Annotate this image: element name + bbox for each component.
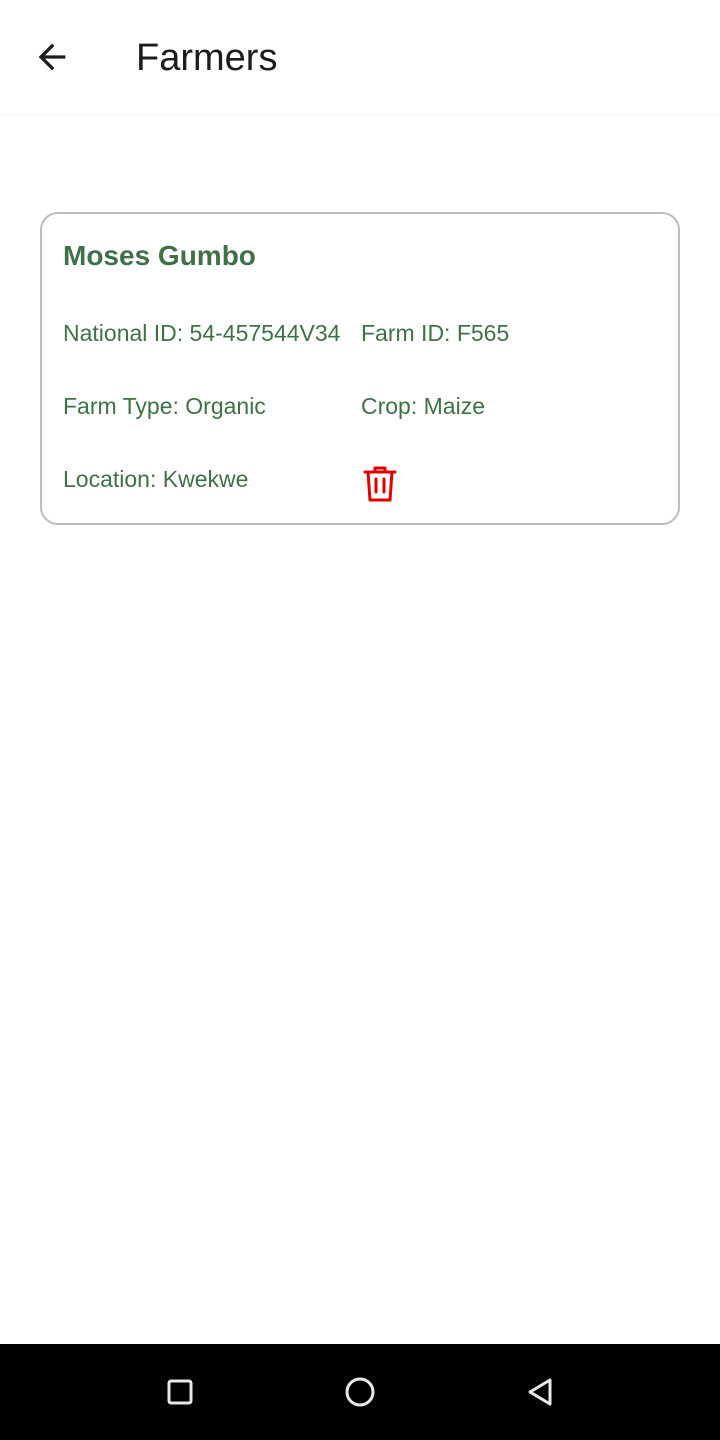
crop-text: Crop: Maize [361,393,485,419]
delete-farmer-button[interactable] [358,462,402,506]
page-title: Farmers [136,37,278,79]
app-bar: Farmers [0,0,720,114]
farm-id-text: Farm ID: F565 [361,320,510,346]
farmer-name: Moses Gumbo [63,240,256,271]
location-text: Location: Kwekwe [63,466,249,492]
triangle-back-icon [528,1378,552,1406]
circle-icon [345,1377,375,1407]
system-back-button[interactable] [516,1368,564,1416]
recents-button[interactable] [156,1368,204,1416]
square-icon [167,1379,193,1405]
farm-type-text: Farm Type: Organic [63,393,266,419]
trash-icon [363,466,397,502]
back-button[interactable] [22,27,82,87]
system-navigation-bar [0,1344,720,1440]
home-button[interactable] [336,1368,384,1416]
arrow-left-icon [38,43,66,71]
national-id-text: National ID: 54-457544V34 [63,320,341,346]
farmer-card[interactable]: Moses Gumbo National ID: 54-457544V34 Fa… [40,212,680,525]
